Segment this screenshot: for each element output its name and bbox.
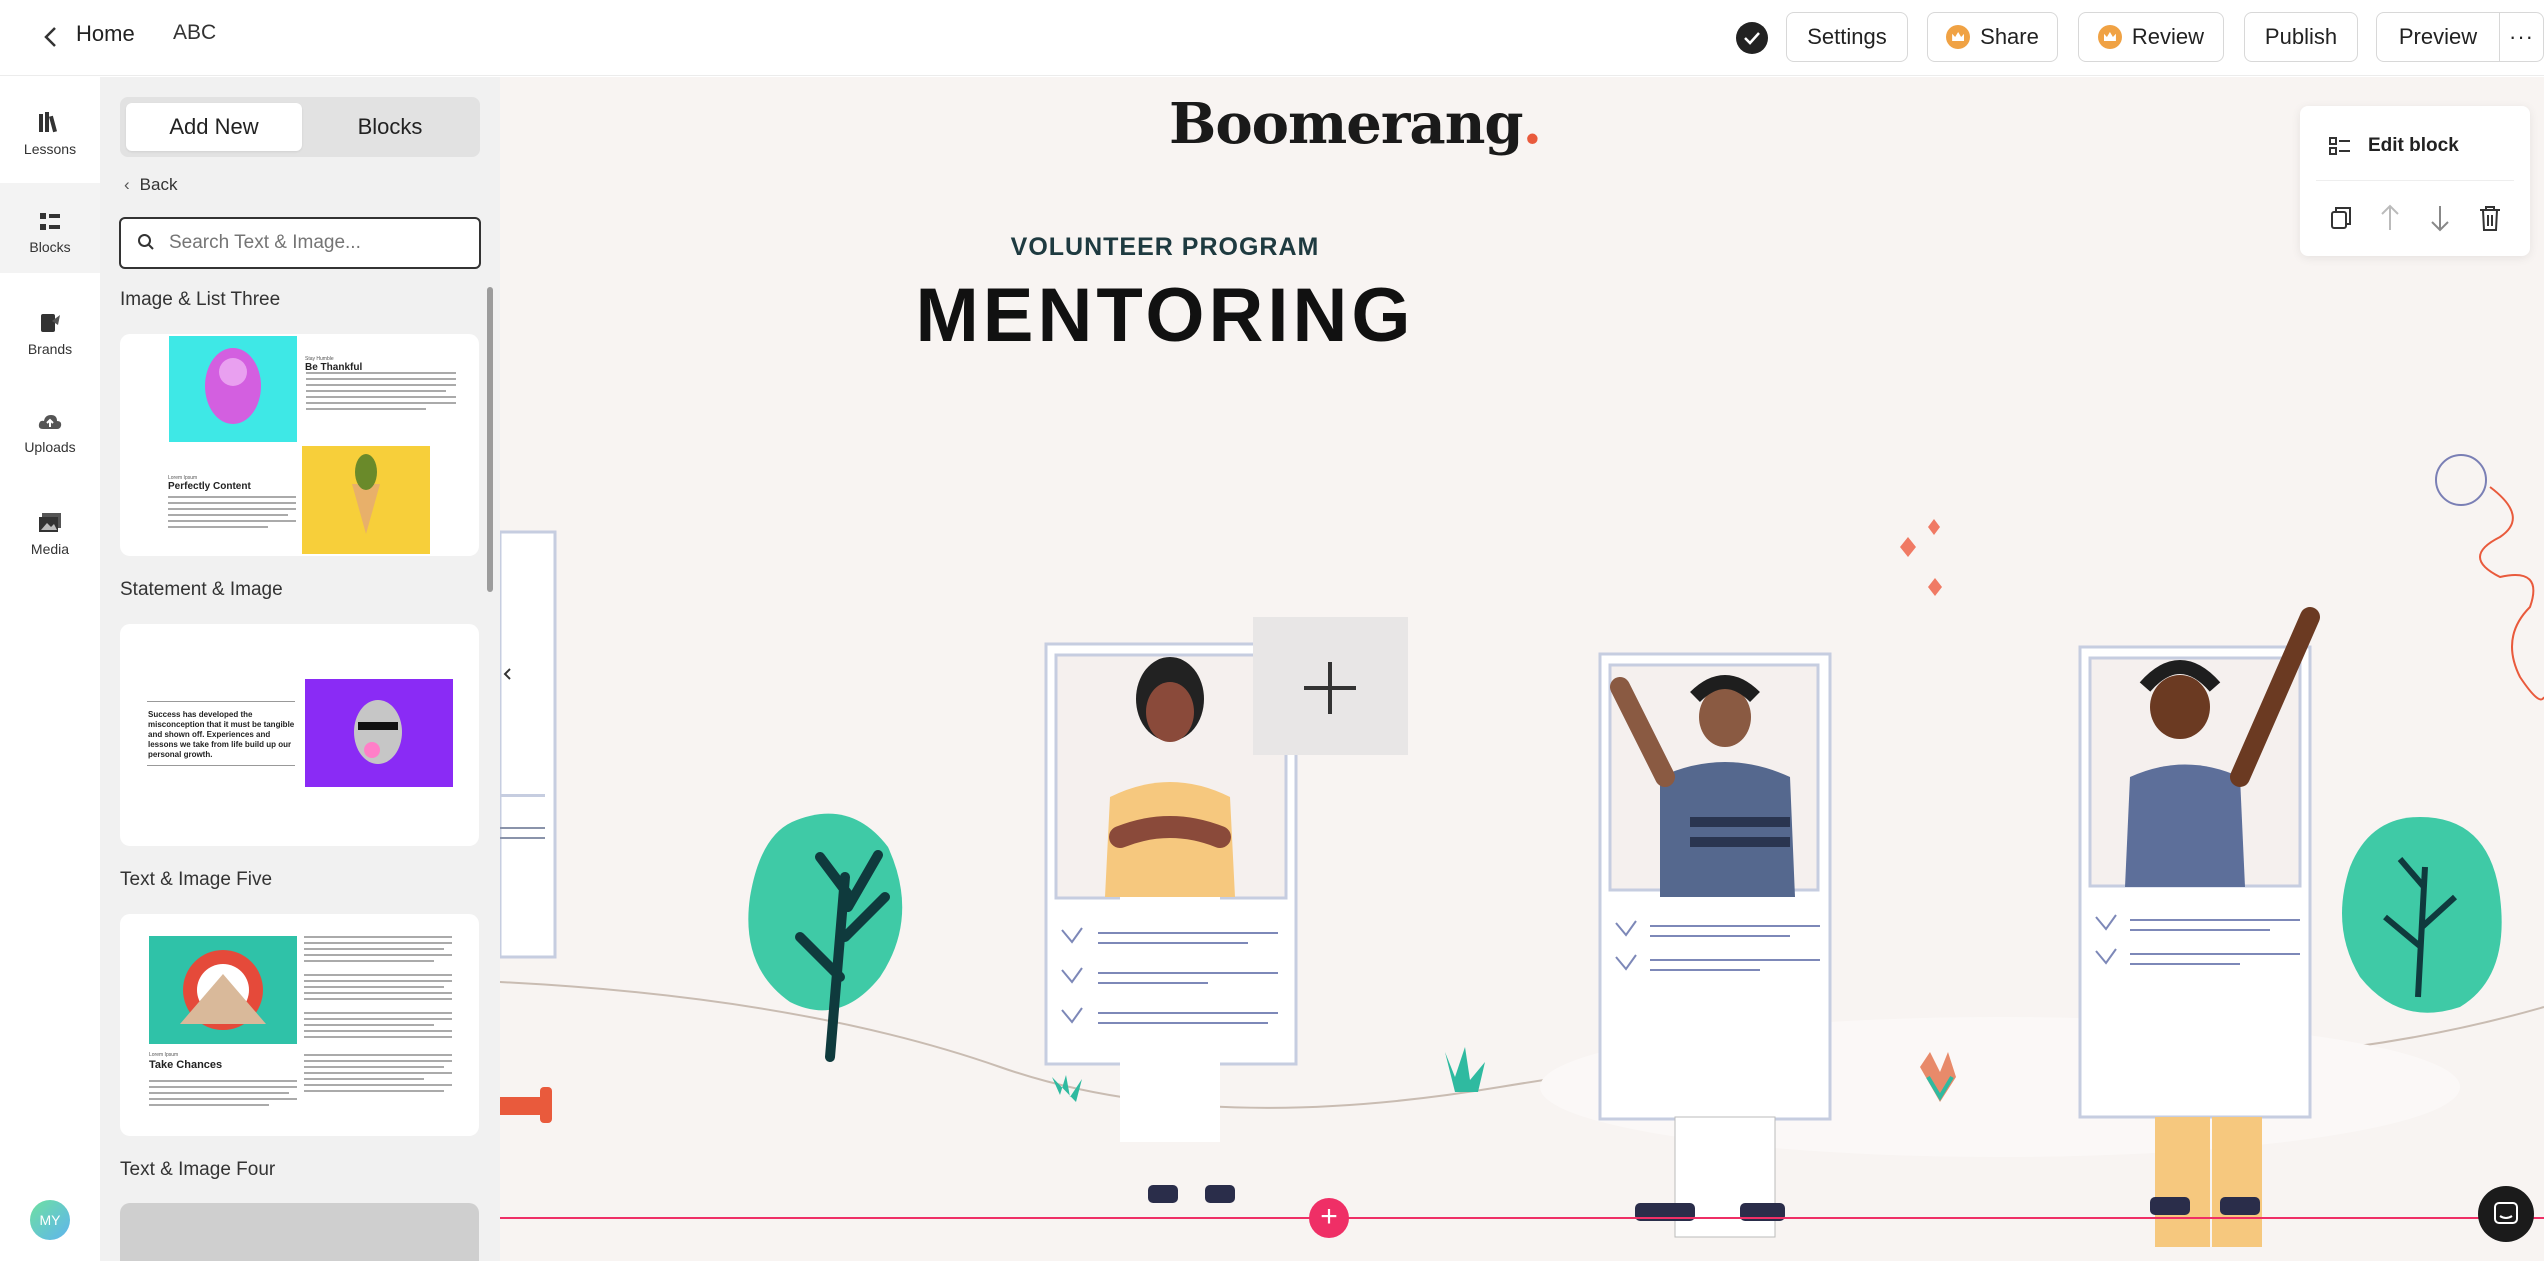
review-button[interactable]: Review (2078, 12, 2224, 62)
crown-icon (1946, 25, 1971, 49)
image-stack-icon (39, 513, 61, 532)
more-options-button[interactable]: ··· (2499, 12, 2544, 62)
template-preview (149, 936, 452, 1106)
brush-icon (41, 314, 60, 332)
template-preview (168, 336, 456, 554)
section-title: Text & Image Four (120, 1159, 276, 1180)
chevron-left-icon: ‹ (124, 175, 130, 194)
back-link[interactable]: ‹ Back (124, 175, 177, 195)
logo-dot: . (1522, 91, 1542, 157)
search-box (119, 217, 481, 269)
preview-heading: Perfectly Content (168, 481, 251, 492)
home-link[interactable]: Home (76, 21, 135, 47)
add-block-button[interactable]: + (1309, 1198, 1349, 1238)
copy-icon[interactable] (2324, 202, 2356, 234)
publish-button[interactable]: Publish (2244, 12, 2358, 62)
publish-label: Publish (2264, 24, 2338, 49)
blocks-panel: Add New Blocks ‹Back Image & List Three … (100, 77, 500, 1261)
list-edit-icon (2329, 137, 2350, 155)
block-template-statement-image[interactable]: Success has developed the misconception … (120, 624, 479, 846)
editor-canvas: Boomerang. VOLUNTEER PROGRAM MENTORING (500, 77, 2544, 1261)
block-template-image-list-three[interactable]: Stay Humble Be Thankful Lorem Ipsum Perf… (120, 334, 479, 556)
panel-tabs: Add New Blocks (120, 97, 480, 157)
tab-add-new[interactable]: Add New (126, 103, 302, 151)
insert-line (500, 1217, 2544, 1219)
project-name[interactable]: ABC (173, 21, 216, 45)
crown-icon (2097, 25, 2122, 49)
logo-text: Boomerang (1169, 91, 1524, 157)
search-input[interactable] (169, 229, 469, 257)
settings-label: Settings (1807, 24, 1887, 49)
rail-item-blocks[interactable]: Blocks (0, 183, 100, 273)
back-label: Back (139, 175, 178, 194)
rail-item-brands[interactable]: Brands (0, 283, 100, 373)
avatar[interactable]: MY (30, 1200, 70, 1240)
cloud-upload-icon (38, 415, 62, 429)
ellipsis-icon: ··· (2509, 24, 2534, 49)
saved-check-icon (1736, 22, 1768, 54)
rail-label: Lessons (23, 141, 77, 157)
settings-button[interactable]: Settings (1786, 12, 1908, 62)
rail-item-lessons[interactable]: Lessons (0, 83, 100, 173)
preview-small-label: Lorem Ipsum (149, 1052, 179, 1058)
collapse-panel-icon[interactable] (500, 662, 514, 686)
tab-blocks[interactable]: Blocks (302, 103, 478, 151)
search-icon (138, 234, 154, 250)
rail-item-uploads[interactable]: Uploads (0, 383, 100, 473)
books-icon (39, 112, 58, 133)
panel-scrollbar[interactable] (487, 287, 493, 592)
trash-icon[interactable] (2474, 202, 2506, 234)
rail-label: Brands (27, 341, 73, 357)
headline-text[interactable]: MENTORING (500, 272, 1830, 359)
eyebrow-text[interactable]: VOLUNTEER PROGRAM (500, 233, 1830, 262)
section-title: Image & List Three (120, 289, 281, 310)
chevron-left-icon[interactable] (36, 22, 66, 52)
preview-button[interactable]: Preview (2376, 12, 2500, 62)
chat-button[interactable] (2478, 1186, 2534, 1242)
section-title: Statement & Image (120, 579, 283, 600)
arrow-up-icon[interactable] (2374, 202, 2406, 234)
share-button[interactable]: Share (1927, 12, 2058, 62)
section-title: Text & Image Five (120, 869, 273, 890)
block-template-text-image-five[interactable]: Lorem Ipsum Take Chances (120, 914, 479, 1136)
preview-heading: Take Chances (149, 1059, 223, 1071)
preview-statement: Success has developed the misconception … (148, 710, 295, 759)
divider (2316, 180, 2514, 181)
review-label: Review (2131, 24, 2205, 49)
blocks-icon (40, 213, 60, 230)
top-bar: Home ABC Settings Share Review Publish P… (0, 0, 2544, 76)
block-template-text-image-four[interactable] (120, 1203, 479, 1261)
rail-label: Blocks (29, 239, 71, 255)
arrow-down-icon[interactable] (2424, 202, 2456, 234)
share-label: Share (1980, 24, 2039, 49)
preview-heading: Be Thankful (305, 362, 363, 373)
rail-item-media[interactable]: Media (0, 483, 100, 573)
preview-label: Preview (2398, 24, 2478, 49)
chat-icon (2494, 1202, 2518, 1224)
rail-label: Uploads (24, 439, 76, 455)
edit-block-button[interactable]: Edit block (2328, 126, 2459, 166)
edit-block-label: Edit block (2368, 135, 2459, 156)
left-rail: Lessons Blocks Brands Uploads Media (0, 77, 100, 1261)
edit-block-popover: Edit block (2300, 106, 2530, 256)
brand-logo: Boomerang. (1169, 91, 1542, 157)
rail-label: Media (30, 541, 70, 557)
